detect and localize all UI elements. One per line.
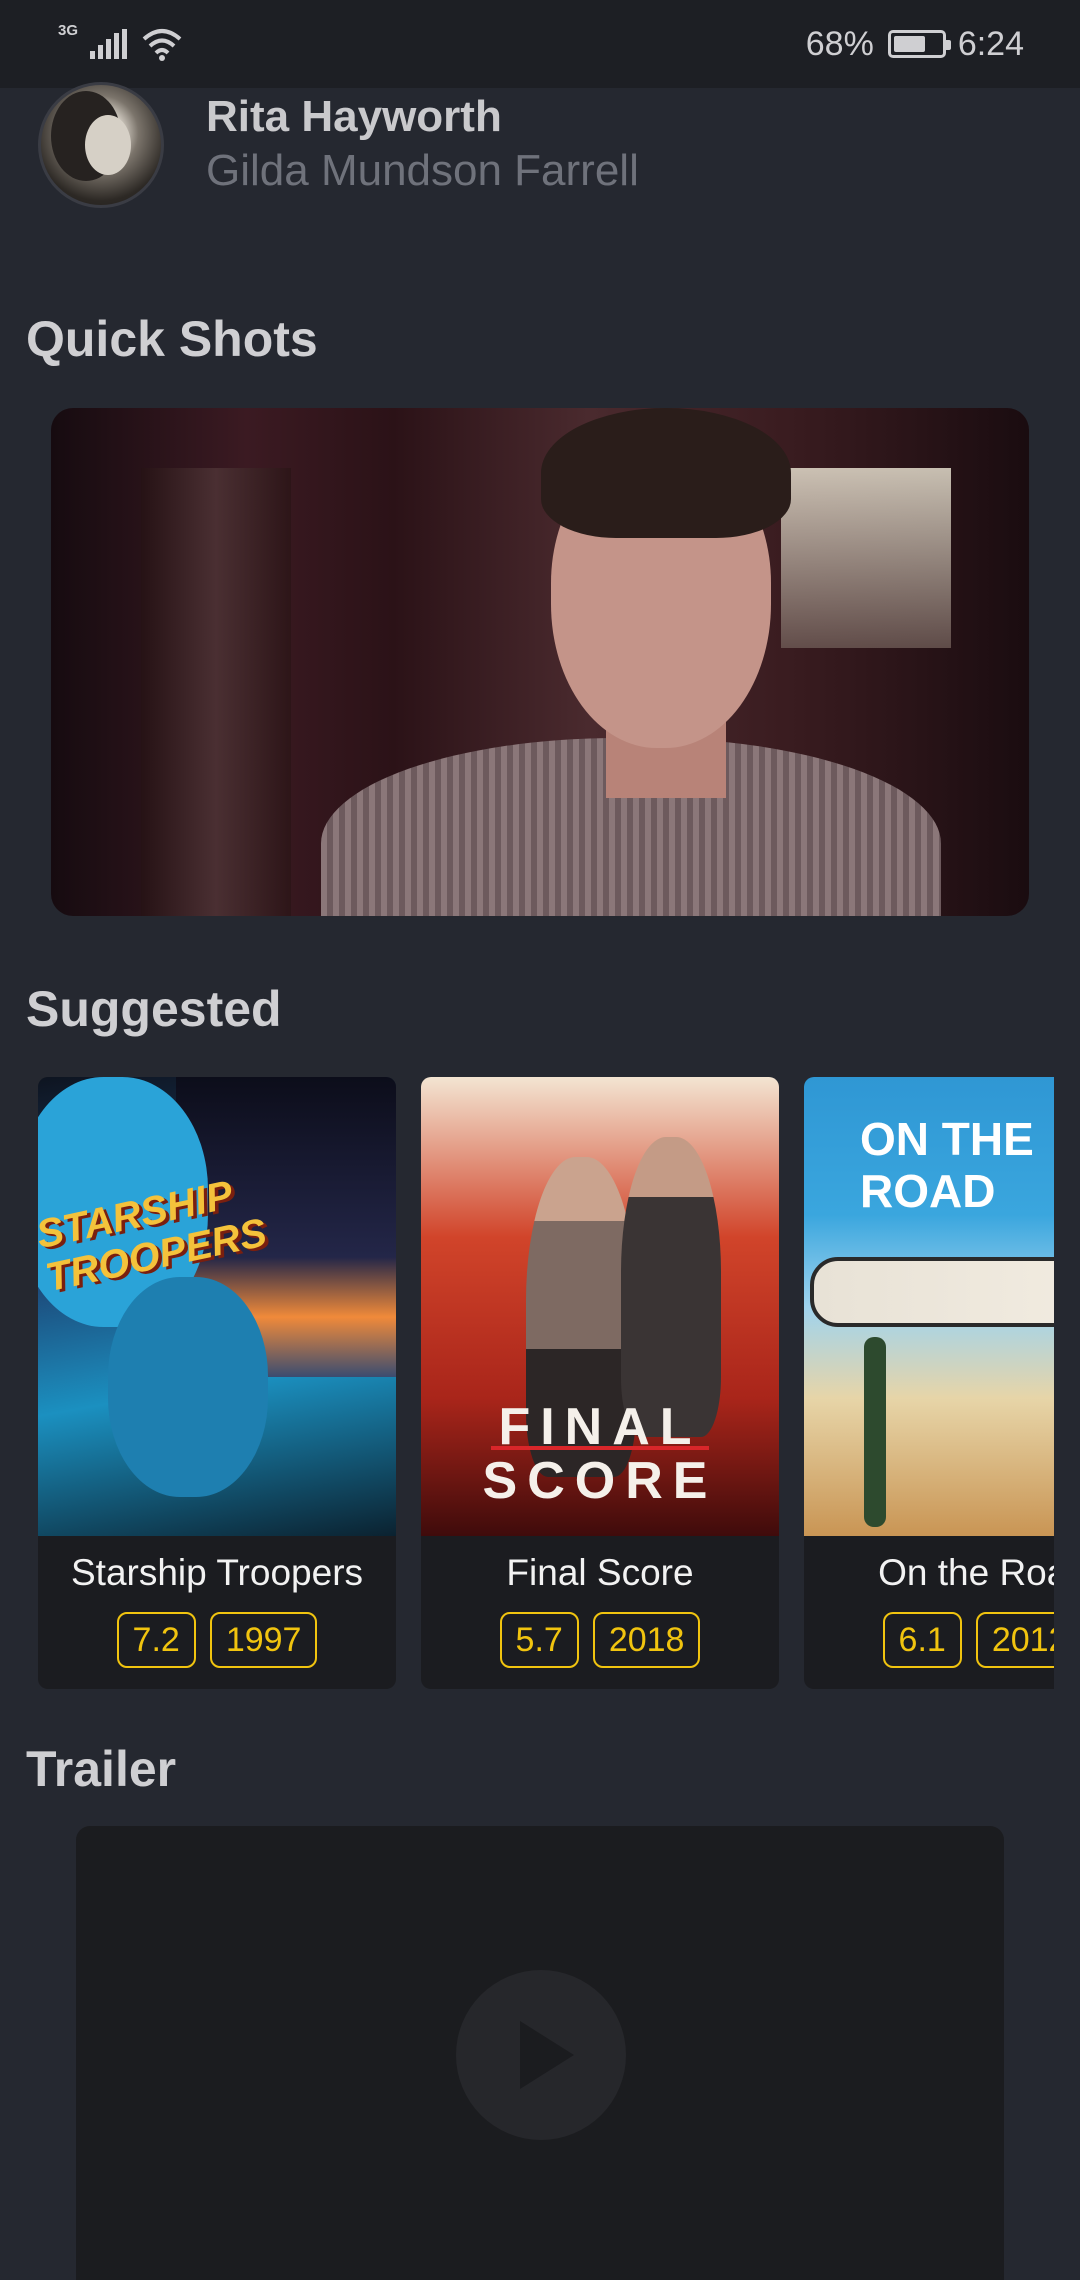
suggested-carousel[interactable]: STARSHIP TROOPERS Starship Troopers 7.2 … (38, 1077, 1054, 1689)
poster-mirror (810, 1257, 1054, 1327)
quick-shot-window (781, 468, 951, 648)
movie-card[interactable]: ON THE ROAD On the Road 6.1 2012 (804, 1077, 1054, 1689)
rating-chip: 6.1 (882, 1612, 962, 1668)
battery-percent: 68% (805, 24, 874, 63)
movie-title: Final Score (506, 1552, 694, 1593)
year-chip: 1997 (209, 1612, 318, 1668)
movie-chips: 5.7 2018 (421, 1612, 779, 1668)
cast-item[interactable]: Rita Hayworth Gilda Mundson Farrell (38, 82, 639, 208)
movie-poster: STARSHIP TROOPERS (38, 1077, 396, 1536)
signal-icon (90, 29, 128, 59)
movie-card[interactable]: STARSHIP TROOPERS Starship Troopers 7.2 … (38, 1077, 396, 1689)
cast-role: Gilda Mundson Farrell (206, 146, 639, 195)
quick-shot-image[interactable] (51, 408, 1029, 916)
status-bar: 3G 68% 6:24 (0, 0, 1080, 88)
rating-chip: 7.2 (116, 1612, 196, 1668)
movie-card[interactable]: FINAL SCORE Final Score 5.7 2018 (421, 1077, 779, 1689)
year-chip: 2012 (975, 1612, 1054, 1668)
battery-tip (945, 40, 951, 50)
network-type-label: 3G (58, 21, 79, 39)
clock: 6:24 (957, 24, 1024, 63)
quick-shot-door (141, 468, 291, 916)
avatar (38, 82, 164, 208)
play-button[interactable] (456, 1970, 626, 2140)
poster-figure (108, 1277, 268, 1497)
wifi-icon (142, 29, 182, 61)
suggested-title: Suggested (26, 981, 282, 1037)
movie-title: Starship Troopers (70, 1552, 364, 1593)
quick-shots-title: Quick Shots (26, 311, 318, 367)
movie-detail-screen: { "status_bar": { "network": "3G", "batt… (0, 0, 1080, 2280)
battery-level-fill (893, 36, 926, 52)
cast-name: Rita Hayworth (206, 92, 502, 141)
movie-poster: FINAL SCORE (421, 1077, 779, 1536)
movie-poster: ON THE ROAD (804, 1077, 1054, 1536)
poster-cactus (864, 1337, 886, 1527)
movie-chips: 7.2 1997 (38, 1612, 396, 1668)
movie-title: On the Road (878, 1552, 1054, 1593)
poster-figure (621, 1137, 721, 1437)
trailer-title: Trailer (26, 1741, 177, 1797)
play-icon (520, 2021, 574, 2089)
battery-icon (887, 30, 951, 58)
status-left: 3G (58, 22, 182, 61)
movie-chips: 6.1 2012 (804, 1612, 1054, 1668)
trailer-player[interactable] (76, 1826, 1004, 2280)
year-chip: 2018 (592, 1612, 701, 1668)
avatar-face (85, 115, 131, 175)
cast-text: Rita Hayworth Gilda Mundson Farrell (206, 91, 639, 199)
quick-shot-hair (541, 408, 791, 538)
poster-logo-text: ON THE ROAD (860, 1113, 1034, 1217)
rating-chip: 5.7 (499, 1612, 579, 1668)
poster-logo-text: FINAL SCORE (482, 1398, 718, 1510)
status-right: 68% 6:24 (806, 25, 1024, 64)
